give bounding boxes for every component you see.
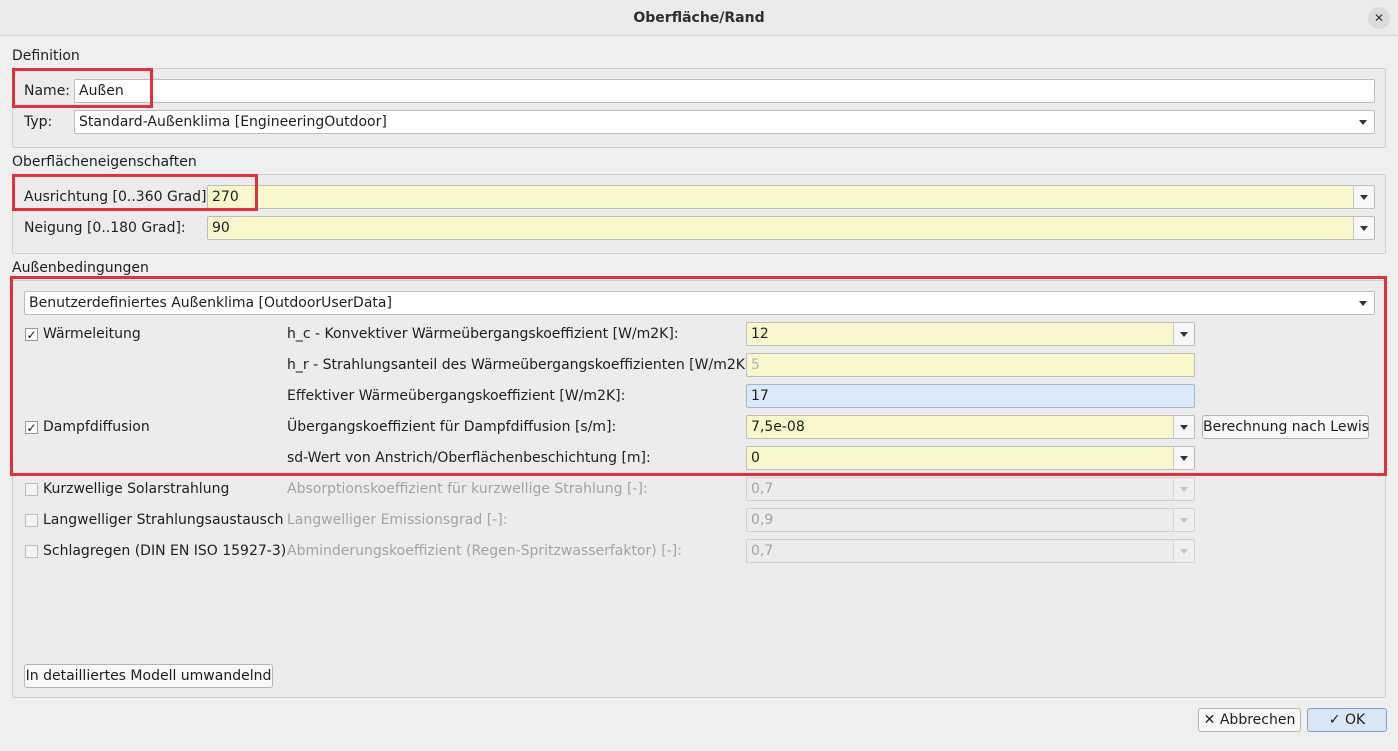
inclination-value: 90 <box>212 220 230 236</box>
reduction-coefficient-value: 0,7 <box>751 543 774 559</box>
orientation-combo[interactable]: 270 <box>207 185 1375 209</box>
type-select-value: Standard-Außenklima [EngineeringOutdoor] <box>79 114 387 130</box>
type-select[interactable]: Standard-Außenklima [EngineeringOutdoor] <box>74 110 1375 134</box>
close-icon: ✕ <box>1203 712 1216 728</box>
chevron-down-icon[interactable] <box>1173 509 1194 531</box>
section-surface-label: Oberflächeneigenschaften <box>12 154 197 170</box>
longwave-label: Langwelliger Strahlungsaustausch <box>43 512 284 528</box>
highlight-name <box>12 68 153 108</box>
absorption-label: Absorptionskoeffizient für kurzwellige S… <box>287 481 648 497</box>
longwave-checkbox[interactable] <box>25 514 38 527</box>
inclination-label: Neigung [0..180 Grad]: <box>24 220 186 236</box>
highlight-outdoor <box>10 276 1387 476</box>
reduction-coefficient-label: Abminderungskoeffizient (Regen-Spritzwas… <box>287 543 682 559</box>
chevron-down-icon[interactable] <box>1173 540 1194 562</box>
emissivity-label: Langwelliger Emissionsgrad [-]: <box>287 512 508 528</box>
window-title: Oberfläche/Rand <box>633 10 765 26</box>
section-definition-label: Definition <box>12 48 80 64</box>
section-outdoor-label: Außenbedingungen <box>12 260 149 276</box>
cancel-button[interactable]: ✕ Abbrechen <box>1198 708 1301 732</box>
ok-button[interactable]: ✓ OK <box>1307 708 1387 732</box>
chevron-down-icon <box>1356 111 1370 133</box>
absorption-combo[interactable]: 0,7 <box>746 477 1195 501</box>
name-input[interactable]: Außen <box>74 79 1375 103</box>
highlight-orientation <box>12 174 258 211</box>
type-label: Typ: <box>24 114 53 130</box>
chevron-down-icon[interactable] <box>1353 186 1374 208</box>
absorption-value: 0,7 <box>751 481 774 497</box>
emissivity-value: 0,9 <box>751 512 774 528</box>
check-icon: ✓ <box>1328 712 1341 728</box>
solar-radiation-checkbox[interactable] <box>25 483 38 496</box>
driving-rain-checkbox[interactable] <box>25 545 38 558</box>
driving-rain-label: Schlagregen (DIN EN ISO 15927-3) <box>43 543 287 559</box>
ok-button-label: OK <box>1344 712 1366 728</box>
close-icon[interactable]: ✕ <box>1368 7 1390 29</box>
convert-detailed-model-button[interactable]: In detailliertes Modell umwandelnd <box>24 664 273 688</box>
chevron-down-icon[interactable] <box>1353 217 1374 239</box>
emissivity-combo[interactable]: 0,9 <box>746 508 1195 532</box>
chevron-down-icon[interactable] <box>1173 478 1194 500</box>
reduction-coefficient-combo[interactable]: 0,7 <box>746 539 1195 563</box>
inclination-combo[interactable]: 90 <box>207 216 1375 240</box>
solar-radiation-label: Kurzwellige Solarstrahlung <box>43 481 230 497</box>
cancel-button-label: Abbrechen <box>1219 712 1296 728</box>
